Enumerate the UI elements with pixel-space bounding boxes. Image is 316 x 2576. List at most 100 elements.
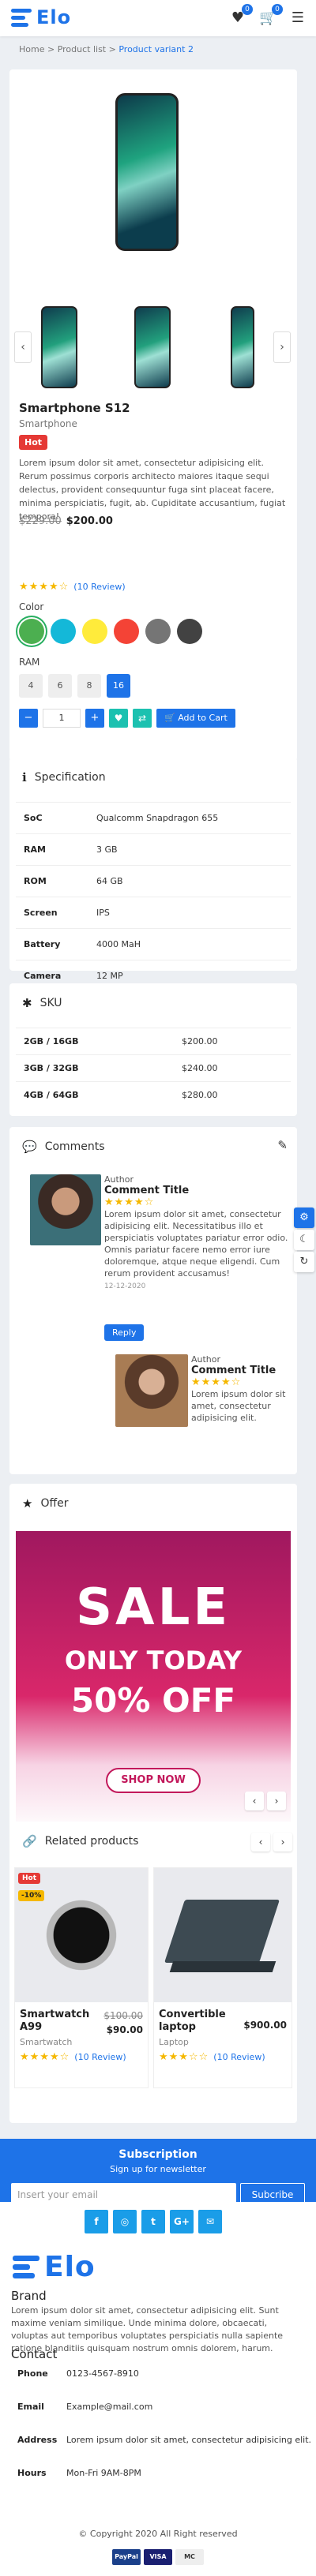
menu-hamburger-icon[interactable]: ☰ xyxy=(289,9,307,27)
related-product-1-name: Smartwatch A99 xyxy=(20,2009,90,2033)
related-prev-arrow[interactable]: ‹ xyxy=(251,1833,270,1852)
dark-mode-moon-icon[interactable]: ☾ xyxy=(294,1230,314,1250)
color-swatch[interactable] xyxy=(19,619,44,644)
refresh-icon[interactable]: ↻ xyxy=(294,1252,314,1272)
related-product-2-reviews[interactable]: (10 Review) xyxy=(213,2052,265,2062)
spec-row: Screen IPS xyxy=(16,897,291,929)
related-product-1-reviews[interactable]: (10 Review) xyxy=(74,2052,126,2062)
related-product-1[interactable]: Hot -10% Smartwatch A99 Smartwatch $100.… xyxy=(14,1867,149,2088)
spec-row-value: 3 GB xyxy=(88,833,291,866)
sku-row-value: $280.00 xyxy=(174,1081,291,1109)
comments-title: Comments xyxy=(44,1140,105,1153)
product-description: Lorem ipsum dolor sit amet, consectetur … xyxy=(19,458,286,522)
thumbnail-1[interactable] xyxy=(41,306,77,388)
edit-comment-icon[interactable]: ✎ xyxy=(277,1138,288,1152)
compare-button[interactable]: ⇄ xyxy=(133,709,152,728)
offer-next-arrow[interactable]: › xyxy=(267,1792,286,1810)
breadcrumb: Home > Product list > Product variant 2 xyxy=(19,44,194,54)
color-swatch[interactable] xyxy=(114,619,139,644)
top-header: Elo ♥ 0 🛒 0 ☰ xyxy=(0,0,316,36)
comment-avatar-1 xyxy=(30,1174,101,1245)
add-to-cart-button[interactable]: 🛒 Add to Cart xyxy=(156,709,235,728)
contact-table: Phone 0123-4567-8910 Email Example@mail.com… xyxy=(17,2364,311,2496)
specification-card: ℹ Specification SoC Qualcomm Snapdragon 65… xyxy=(9,758,297,992)
logo-icon xyxy=(11,8,32,27)
thumbnail-2[interactable] xyxy=(134,306,171,388)
specification-title: Specification xyxy=(34,771,106,784)
breadcrumb-current: Product variant 2 xyxy=(118,44,194,54)
color-swatch[interactable] xyxy=(51,619,76,644)
contact-row-value: Lorem ipsum dolor sit amet, consectetur … xyxy=(66,2435,312,2445)
product-title: Smartphone S12 xyxy=(19,401,130,415)
old-price: $229.00 xyxy=(19,515,62,527)
qty-plus-button[interactable]: + xyxy=(85,709,104,728)
sku-row-key: 3GB / 32GB xyxy=(16,1054,174,1082)
twitter-icon[interactable]: t xyxy=(141,2210,165,2233)
contact-row: Hours Mon-Fri 9AM-8PM xyxy=(17,2463,311,2496)
comment-1: Author Comment Title ★★★★☆ Lorem ipsum d… xyxy=(104,1174,294,1290)
spec-row-value: 64 GB xyxy=(88,865,291,897)
color-swatch[interactable] xyxy=(145,619,171,644)
product-card: ‹ › Smartphone S12 Smartphone Hot Lorem … xyxy=(9,69,297,761)
ram-option[interactable]: 16 xyxy=(107,674,130,698)
sku-row-value: $240.00 xyxy=(174,1054,291,1082)
review-count-link[interactable]: (10 Review) xyxy=(73,582,125,592)
breadcrumb-product-list[interactable]: Product list xyxy=(58,44,106,54)
wishlist-button[interactable]: ♥ xyxy=(109,709,128,728)
current-price: $200.00 xyxy=(66,515,113,527)
related-product-1-old-price: $100.00 xyxy=(103,2010,143,2021)
shop-now-button[interactable]: SHOP NOW xyxy=(106,1768,201,1793)
mail-icon[interactable]: ✉ xyxy=(198,2210,222,2233)
related-product-2[interactable]: Convertible laptop Laptop $900.00 ★★★☆☆ (… xyxy=(153,1867,292,2088)
logo[interactable]: Elo xyxy=(11,6,71,28)
sale-banner[interactable]: SALE ONLY TODAY 50% OFF SHOP NOW ‹ › xyxy=(16,1531,291,1831)
reply-button[interactable]: Reply xyxy=(104,1324,145,1341)
ram-option[interactable]: 6 xyxy=(48,674,72,698)
ram-option[interactable]: 8 xyxy=(77,674,101,698)
logo-text: Elo xyxy=(36,6,72,28)
add-to-cart-label: Add to Cart xyxy=(178,713,228,723)
cart-icon[interactable]: 🛒 0 xyxy=(259,4,283,27)
spec-row: RAM 3 GB xyxy=(16,833,291,866)
related-product-1-stars: ★★★★☆ xyxy=(20,2051,70,2063)
spec-row: Battery 4000 MaH xyxy=(16,928,291,960)
sale-line-2: ONLY TODAY xyxy=(64,1646,243,1676)
settings-gear-icon[interactable]: ⚙ xyxy=(294,1208,314,1228)
wishlist-count-badge: 0 xyxy=(242,4,253,15)
thumb-prev-arrow[interactable]: ‹ xyxy=(14,331,32,363)
footer-logo[interactable]: Elo xyxy=(13,2251,96,2283)
qty-minus-button[interactable]: − xyxy=(19,709,38,728)
instagram-icon[interactable]: ◎ xyxy=(113,2210,137,2233)
comment-1-author: Author xyxy=(104,1174,134,1185)
related-title: Related products xyxy=(44,1835,139,1848)
qty-input[interactable]: 1 xyxy=(43,709,81,728)
related-next-arrow[interactable]: › xyxy=(273,1833,292,1852)
discount-badge: -10% xyxy=(18,1890,45,1901)
contact-row-key: Address xyxy=(17,2435,58,2445)
comment-2: Author Comment Title ★★★★☆ Lorem ipsum d… xyxy=(191,1354,286,1424)
color-swatch[interactable] xyxy=(177,619,202,644)
offer-title: Offer xyxy=(40,1497,69,1510)
link-icon: 🔗 xyxy=(22,1834,37,1848)
paypal-icon: PayPal xyxy=(112,2549,141,2565)
facebook-icon[interactable]: f xyxy=(85,2210,108,2233)
breadcrumb-home[interactable]: Home xyxy=(19,44,44,54)
comment-2-title: Comment Title xyxy=(191,1365,276,1376)
comment-2-author: Author xyxy=(191,1354,221,1365)
color-swatches xyxy=(19,619,202,644)
sku-title: SKU xyxy=(40,997,62,1009)
color-swatch[interactable] xyxy=(82,619,107,644)
thumbnail-3[interactable] xyxy=(231,306,254,388)
related-product-1-category: Smartwatch xyxy=(20,2037,73,2047)
spec-row-key: SoC xyxy=(16,802,88,834)
ram-options: 4 6 8 16 xyxy=(19,674,130,698)
thumb-next-arrow[interactable]: › xyxy=(273,331,291,363)
google-plus-icon[interactable]: G+ xyxy=(170,2210,194,2233)
related-product-2-category: Laptop xyxy=(159,2037,189,2047)
wishlist-heart-icon[interactable]: ♥ 0 xyxy=(229,4,253,27)
product-image-smartwatch xyxy=(15,1868,148,2002)
offer-prev-arrow[interactable]: ‹ xyxy=(245,1792,264,1810)
spec-row: SoC Qualcomm Snapdragon 655 xyxy=(16,802,291,834)
product-main-image[interactable] xyxy=(115,93,179,251)
ram-option[interactable]: 4 xyxy=(19,674,43,698)
